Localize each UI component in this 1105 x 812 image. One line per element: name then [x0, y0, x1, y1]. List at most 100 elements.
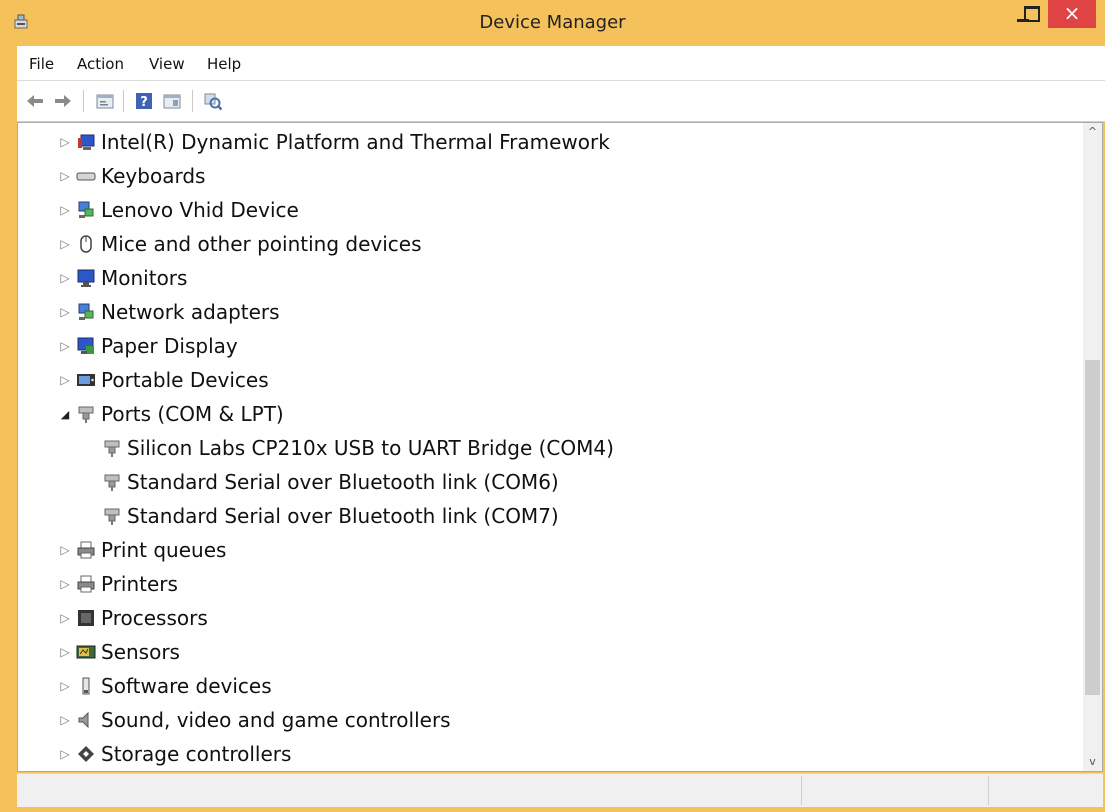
expand-arrow-icon[interactable]: ▷	[58, 543, 72, 557]
expand-arrow-icon[interactable]: ▷	[58, 203, 72, 217]
tree-item-thermal-framework[interactable]: ▷ Intel(R) Dynamic Platform and Thermal …	[58, 127, 610, 157]
menu-bar: File Action View Help	[17, 46, 1105, 81]
scroll-up-arrow-icon[interactable]: ^	[1083, 123, 1102, 141]
scan-hardware-icon[interactable]	[203, 91, 223, 111]
tree-item-label: Silicon Labs CP210x USB to UART Bridge (…	[127, 436, 614, 460]
port-icon	[104, 440, 120, 457]
tree-item-port-com7[interactable]: Standard Serial over Bluetooth link (COM…	[102, 501, 559, 531]
processor-icon	[78, 610, 94, 626]
tree-item-storage-controllers[interactable]: ▷ Storage controllers	[58, 739, 291, 769]
tree-item-network-adapters[interactable]: ▷ Network adapters	[58, 297, 280, 327]
vertical-scrollbar[interactable]: ^ v	[1083, 123, 1102, 771]
sensor-icon	[76, 645, 96, 659]
tree-item-software-devices[interactable]: ▷ Software devices	[58, 671, 272, 701]
tree-item-label: Keyboards	[101, 164, 206, 188]
expand-arrow-icon[interactable]: ▷	[58, 135, 72, 149]
help-icon[interactable]: ?	[134, 91, 154, 111]
software-device-icon	[82, 677, 90, 695]
port-icon	[78, 406, 94, 423]
status-bar-divider	[801, 776, 802, 805]
thermal-framework-icon	[78, 134, 95, 150]
tree-item-paper-display[interactable]: ▷ Paper Display	[58, 331, 238, 361]
tree-item-label: Intel(R) Dynamic Platform and Thermal Fr…	[101, 130, 610, 154]
view-icon[interactable]	[162, 91, 182, 111]
tree-item-label: Storage controllers	[101, 742, 292, 766]
expand-arrow-icon[interactable]: ▷	[58, 237, 72, 251]
tree-item-keyboards[interactable]: ▷ Keyboards	[58, 161, 205, 191]
tree-item-port-com6[interactable]: Standard Serial over Bluetooth link (COM…	[102, 467, 559, 497]
tree-item-portable-devices[interactable]: ▷ Portable Devices	[58, 365, 269, 395]
tree-item-label: Sound, video and game controllers	[101, 708, 451, 732]
forward-icon[interactable]	[53, 91, 73, 111]
tree-item-label: Sensors	[101, 640, 180, 664]
toolbar-separator	[192, 90, 193, 112]
tree-item-port-com4[interactable]: Silicon Labs CP210x USB to UART Bridge (…	[102, 433, 614, 463]
scrollbar-thumb[interactable]	[1085, 360, 1100, 695]
tree-item-sensors[interactable]: ▷ Sensors	[58, 637, 180, 667]
expand-arrow-icon[interactable]: ▷	[58, 373, 72, 387]
port-icon	[104, 508, 120, 525]
tree-item-label: Lenovo Vhid Device	[101, 198, 299, 222]
tree-item-mice[interactable]: ▷ Mice and other pointing devices	[58, 229, 422, 259]
window-title: Device Manager	[479, 12, 626, 33]
menu-action[interactable]: Action	[77, 55, 124, 73]
maximize-button[interactable]	[1013, 0, 1049, 28]
expand-arrow-icon[interactable]: ▷	[58, 305, 72, 319]
tree-item-monitors[interactable]: ▷ Monitors	[58, 263, 187, 293]
tree-item-label: Software devices	[101, 674, 272, 698]
tree-item-label: Monitors	[101, 266, 188, 290]
menu-view[interactable]: View	[149, 55, 185, 73]
tree-item-label: Printers	[101, 572, 178, 596]
close-button[interactable]: ×	[1048, 0, 1096, 28]
printer-icon	[77, 575, 95, 593]
status-bar	[17, 773, 1103, 807]
paper-display-icon	[77, 337, 94, 354]
tree-item-print-queues[interactable]: ▷ Print queues	[58, 535, 226, 565]
expand-arrow-icon[interactable]: ▷	[58, 577, 72, 591]
tree-item-label: Network adapters	[101, 300, 280, 324]
svg-text:?: ?	[140, 95, 148, 110]
tree-item-processors[interactable]: ▷ Processors	[58, 603, 208, 633]
tree-item-printers[interactable]: ▷ Printers	[58, 569, 178, 599]
network-device-icon	[78, 201, 94, 218]
expand-arrow-icon[interactable]: ▷	[58, 169, 72, 183]
toolbar: ?	[17, 81, 1105, 122]
network-adapter-icon	[78, 303, 94, 320]
properties-icon[interactable]	[95, 91, 115, 111]
menu-help[interactable]: Help	[207, 55, 241, 73]
expand-arrow-icon[interactable]: ▷	[58, 713, 72, 727]
tree-item-lenovo-vhid[interactable]: ▷ Lenovo Vhid Device	[58, 195, 299, 225]
back-icon[interactable]	[25, 91, 45, 111]
collapse-arrow-icon[interactable]: ◢	[58, 408, 72, 421]
menu-file[interactable]: File	[29, 55, 54, 73]
expand-arrow-icon[interactable]: ▷	[58, 679, 72, 693]
portable-device-icon	[77, 374, 95, 386]
tree-item-label: Paper Display	[101, 334, 238, 358]
tree-item-label: Mice and other pointing devices	[101, 232, 422, 256]
status-bar-divider	[988, 776, 989, 805]
keyboard-icon	[76, 172, 96, 181]
device-tree-panel[interactable]: ▷ Intel(R) Dynamic Platform and Thermal …	[17, 122, 1103, 772]
scroll-down-arrow-icon[interactable]: v	[1083, 753, 1102, 771]
tree-item-label: Standard Serial over Bluetooth link (COM…	[127, 470, 559, 494]
toolbar-separator	[123, 90, 124, 112]
printer-icon	[77, 541, 95, 559]
expand-arrow-icon[interactable]: ▷	[58, 611, 72, 625]
sound-icon	[78, 711, 89, 729]
expand-arrow-icon[interactable]: ▷	[58, 747, 72, 761]
expand-arrow-icon[interactable]: ▷	[58, 339, 72, 353]
expand-arrow-icon[interactable]: ▷	[58, 645, 72, 659]
tree-item-label: Processors	[101, 606, 208, 630]
tree-item-ports[interactable]: ◢ Ports (COM & LPT)	[58, 399, 284, 429]
tree-item-label: Print queues	[101, 538, 227, 562]
expand-arrow-icon[interactable]: ▷	[58, 271, 72, 285]
toolbar-separator	[83, 90, 84, 112]
tree-item-label: Portable Devices	[101, 368, 269, 392]
tree-item-label: Ports (COM & LPT)	[101, 402, 284, 426]
storage-icon	[78, 746, 94, 762]
port-icon	[104, 474, 120, 491]
device-manager-window: Device Manager × File Action View Help ?	[0, 0, 1105, 812]
tree-item-sound-controllers[interactable]: ▷ Sound, video and game controllers	[58, 705, 451, 735]
title-bar[interactable]: Device Manager ×	[0, 0, 1105, 46]
mouse-icon	[80, 235, 92, 253]
